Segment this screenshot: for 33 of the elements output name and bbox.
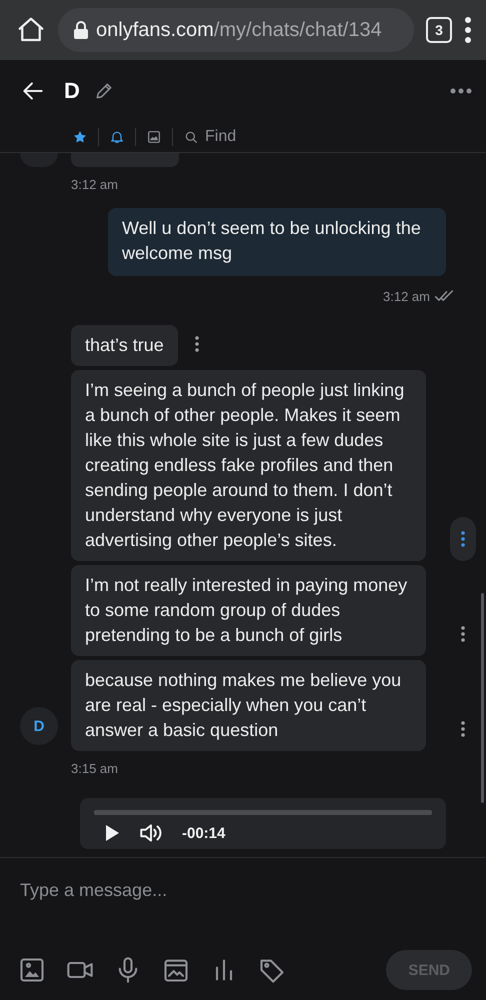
url-text: onlyfans.com/my/chats/chat/134 [96, 18, 382, 42]
more-options-button[interactable] [450, 517, 476, 561]
find-link[interactable]: Find [205, 128, 236, 146]
message-bubble: I’m not really interested in paying money to some random group of dudes pretending to be a bunch of girls [71, 565, 426, 656]
lock-icon [74, 21, 88, 39]
scrollbar[interactable] [481, 593, 484, 803]
message-bubble: I’m seeing a bunch of people just linking a bunch of other people. Makes it seem like this whole site is just a few dudes creating endless fake profiles and then sending people around to them. I don’t understand why everyone is just advertising other people’s sites. [71, 370, 426, 561]
tab-count-button[interactable]: 3 [426, 17, 452, 43]
search-icon [183, 129, 199, 145]
more-options-icon[interactable] [450, 88, 472, 94]
vertical-dots-icon [194, 336, 199, 352]
chat-title: D [64, 78, 80, 104]
image-icon [18, 956, 46, 984]
menu-icon[interactable] [464, 17, 472, 43]
star-icon [72, 129, 88, 145]
message-input[interactable]: Type a message... [18, 872, 472, 908]
audio-progress-track[interactable] [94, 810, 432, 815]
message-time: 3:15 am [71, 761, 118, 776]
message-time: 3:12 am [383, 288, 430, 304]
vertical-dots-icon [461, 721, 465, 737]
address-bar[interactable]: onlyfans.com/my/chats/chat/134 [58, 8, 414, 52]
pencil-icon [94, 81, 114, 101]
bell-icon [109, 129, 125, 145]
play-icon[interactable] [104, 824, 120, 842]
image-icon [146, 129, 162, 145]
vertical-dots-icon [461, 531, 465, 547]
vertical-dots-icon [461, 626, 465, 642]
message-time: 3:12 am [71, 177, 118, 192]
message-bubble: that’s true [71, 325, 178, 366]
message-bubble: Well u don’t seem to be unlocking the welcome msg [108, 208, 446, 276]
avatar: D [20, 707, 58, 745]
audio-duration: -00:14 [182, 824, 226, 842]
message-bubble: because nothing makes me believe you are real - especially when you can’t answer a basic question [71, 660, 426, 751]
